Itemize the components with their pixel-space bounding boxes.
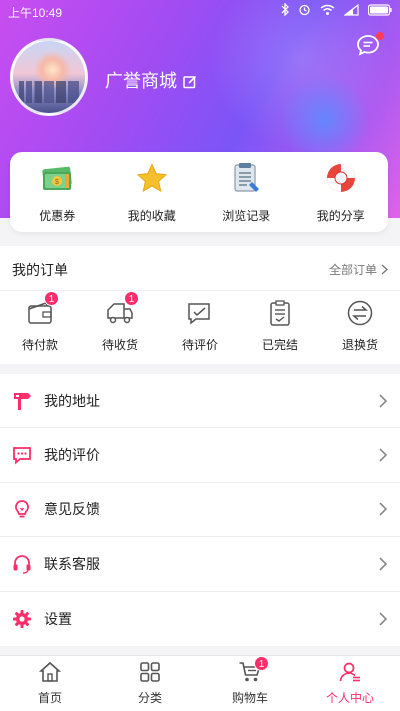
order-status-to-review[interactable]: 待评价 <box>160 291 240 364</box>
orders-title: 我的订单 <box>12 263 68 279</box>
menu-label: 设置 <box>44 611 72 628</box>
coupon-icon: $ <box>40 161 74 195</box>
quick-item-coupon[interactable]: $ 优惠券 <box>10 152 105 232</box>
wifi-icon <box>320 4 335 19</box>
chevron-right-icon <box>379 612 388 626</box>
avatar-image <box>19 81 79 103</box>
tab-label: 个人中心 <box>325 691 374 705</box>
headset-icon <box>11 553 33 575</box>
review-icon <box>186 299 214 327</box>
share-icon <box>324 161 358 195</box>
menu-item-address[interactable]: 我的地址 <box>0 374 400 429</box>
menu-label: 联系客服 <box>44 556 100 573</box>
menu-label: 意见反馈 <box>44 502 100 519</box>
quick-item-history[interactable]: 浏览记录 <box>199 152 294 232</box>
menu-item-my-reviews[interactable]: 我的评价 <box>0 428 400 483</box>
status-icons <box>281 2 392 19</box>
quick-access-card: $ 优惠券 我的收藏 浏览记录 我的分享 <box>10 152 388 232</box>
message-unread-dot <box>376 32 384 40</box>
menu-label: 我的评价 <box>44 448 100 465</box>
shop-name: 广誉商城 <box>105 71 177 92</box>
menu-label: 我的地址 <box>44 393 100 410</box>
profile-screen: 上午10:49 广誉商城 $ 优惠券 我的收藏 浏览记录 我的分享 我的订单 全… <box>0 0 400 711</box>
quick-label: 优惠券 <box>39 209 76 223</box>
settings-menu: 我的地址 我的评价 意见反馈 联系客服 设置 <box>0 374 400 646</box>
menu-item-feedback[interactable]: 意见反馈 <box>0 483 400 538</box>
chevron-right-icon <box>379 448 388 462</box>
menu-item-settings[interactable]: 设置 <box>0 592 400 646</box>
chevron-right-icon <box>381 264 388 275</box>
menu-item-customer-service[interactable]: 联系客服 <box>0 537 400 592</box>
tab-cart[interactable]: 1 购物车 <box>200 656 300 711</box>
tab-profile[interactable]: 个人中心 <box>300 656 400 711</box>
order-status-label: 待评价 <box>181 338 218 352</box>
exchange-icon <box>346 299 374 327</box>
chevron-right-icon <box>379 394 388 408</box>
cart-badge: 1 <box>254 656 269 671</box>
chevron-right-icon <box>379 502 388 517</box>
order-status-completed[interactable]: 已完结 <box>240 291 320 364</box>
truck-icon: 1 <box>106 291 139 327</box>
battery-icon <box>367 3 392 19</box>
edit-icon[interactable] <box>183 73 197 89</box>
order-status-label: 退换货 <box>341 338 378 352</box>
grid-icon <box>138 660 162 684</box>
avatar[interactable] <box>10 38 88 116</box>
home-icon <box>38 660 62 684</box>
cart-icon: 1 <box>238 656 269 684</box>
chevron-right-icon <box>379 557 388 571</box>
tab-home[interactable]: 首页 <box>0 656 100 711</box>
orders-status-row: 1 待付款 1 待收货 待评价 已完结 退换货 <box>0 291 400 364</box>
orders-header: 我的订单 全部订单 <box>0 246 400 291</box>
order-status-to-receive[interactable]: 1 待收货 <box>80 291 160 364</box>
comment-icon <box>11 444 33 466</box>
lightbulb-icon <box>11 498 33 520</box>
tab-label: 分类 <box>137 691 162 705</box>
order-status-label: 待收货 <box>101 338 138 352</box>
tab-label: 购物车 <box>231 691 268 705</box>
star-icon <box>135 161 169 195</box>
order-status-label: 已完结 <box>261 338 298 352</box>
orders-section: 我的订单 全部订单 1 待付款 1 待收货 待评价 已完结 退换货 <box>0 246 400 364</box>
message-button[interactable] <box>356 32 384 58</box>
all-orders-label: 全部订单 <box>328 263 377 277</box>
tab-label: 首页 <box>37 691 62 705</box>
person-icon <box>338 660 362 684</box>
address-sign-icon <box>11 390 33 412</box>
status-bar: 上午10:49 <box>0 0 400 24</box>
order-badge: 1 <box>124 291 139 306</box>
wallet-icon: 1 <box>26 291 59 327</box>
quick-label: 我的分享 <box>316 209 365 223</box>
quick-label: 我的收藏 <box>127 209 176 223</box>
alarm-icon <box>298 3 311 19</box>
order-badge: 1 <box>44 291 59 306</box>
svg-text:$: $ <box>55 179 59 186</box>
bottom-tab-bar: 首页 分类 1 购物车 个人中心 <box>0 655 400 711</box>
clipboard-check-icon <box>266 299 294 327</box>
bluetooth-icon <box>281 2 289 19</box>
status-time: 上午10:49 <box>8 6 63 20</box>
order-status-label: 待付款 <box>21 338 58 352</box>
quick-item-share[interactable]: 我的分享 <box>294 152 389 232</box>
quick-label: 浏览记录 <box>222 209 271 223</box>
signal-icon <box>343 3 359 19</box>
quick-item-favorites[interactable]: 我的收藏 <box>105 152 200 232</box>
shop-name-row[interactable]: 广誉商城 <box>105 67 197 93</box>
order-status-returns[interactable]: 退换货 <box>320 291 400 364</box>
order-status-pending-payment[interactable]: 1 待付款 <box>0 291 80 364</box>
all-orders-link[interactable]: 全部订单 <box>329 261 388 278</box>
history-icon <box>229 161 263 195</box>
tab-category[interactable]: 分类 <box>100 656 200 711</box>
gear-icon <box>11 608 33 630</box>
